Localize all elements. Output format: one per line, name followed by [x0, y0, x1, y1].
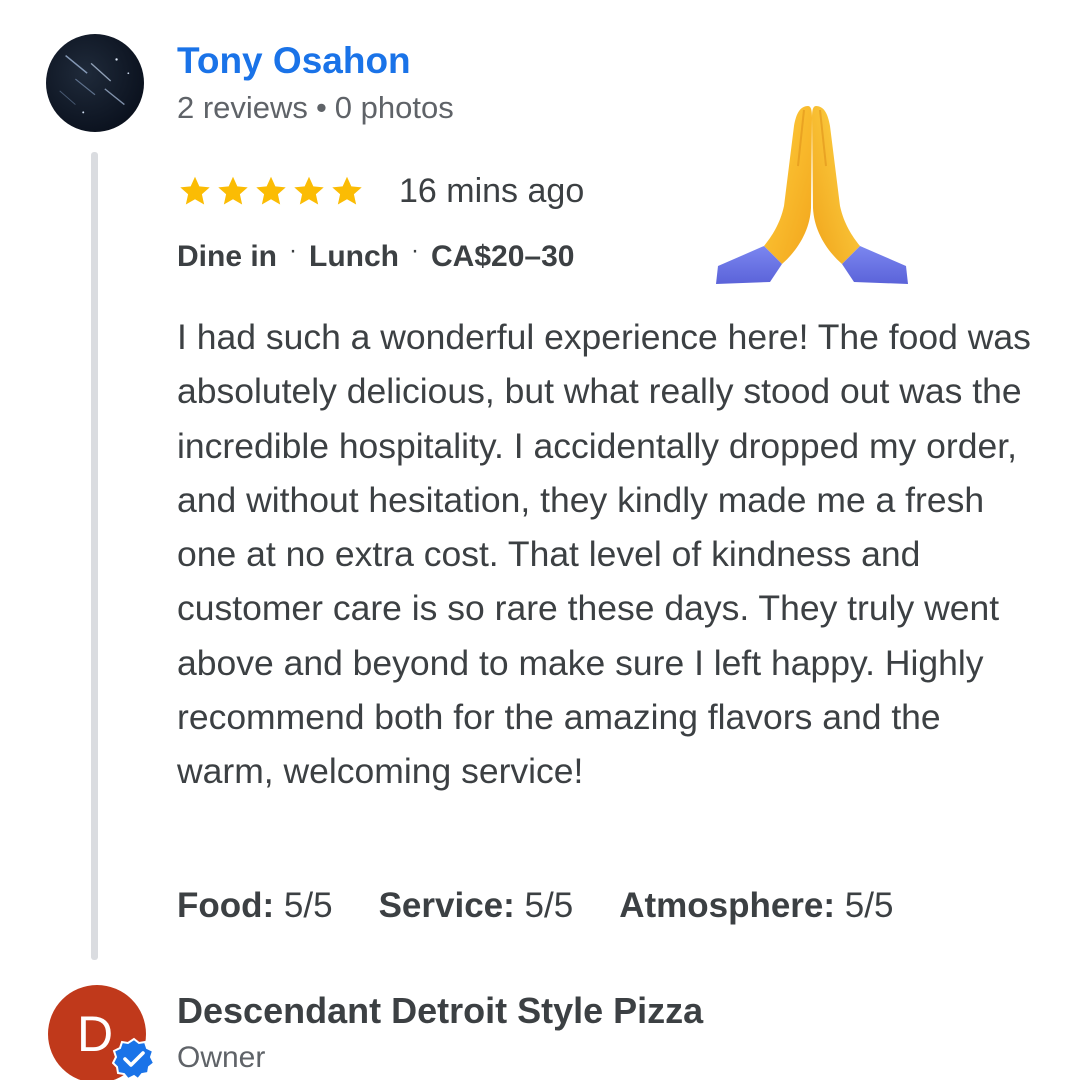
review-time: 16 mins ago [399, 171, 585, 210]
photos-count: 0 photos [334, 90, 454, 125]
sub-ratings: Food: 5/5 Service: 5/5 Atmosphere: 5/5 [177, 886, 893, 926]
atmosphere-rating-value: 5/5 [844, 886, 894, 925]
tag-service-type: Dine in [177, 240, 278, 273]
thread-line [91, 152, 98, 960]
atmosphere-rating-label: Atmosphere: [619, 886, 836, 925]
star-icon [294, 176, 324, 205]
owner-role: Owner [177, 1041, 266, 1074]
night-sky-avatar-icon [59, 54, 130, 114]
service-rating-label: Service: [378, 886, 515, 925]
tag-price-range: CA$20–30 [431, 240, 575, 273]
star-icon [256, 176, 286, 205]
food-rating: Food: 5/5 [177, 886, 333, 926]
verified-check-icon [112, 1037, 156, 1080]
rating-row: 16 mins ago [177, 168, 584, 214]
star-icon [218, 176, 248, 205]
owner-name: Descendant Detroit Style Pizza [177, 990, 704, 1031]
praying-hands-icon [712, 96, 912, 296]
owner-avatar-initial: D [76, 1006, 114, 1062]
star-icon [180, 176, 210, 205]
food-rating-value: 5/5 [283, 886, 333, 925]
reviews-count: 2 reviews [177, 90, 308, 125]
tag-separator: · [411, 237, 420, 264]
service-rating: Service: 5/5 [379, 886, 574, 926]
review-card: Tony Osahon 2 reviews • 0 photos 16 mins a… [0, 0, 1080, 1080]
star-rating [177, 173, 365, 209]
reviewer-meta: 2 reviews • 0 photos [177, 90, 454, 126]
tag-meal-type: Lunch [309, 240, 400, 273]
tag-separator: · [289, 237, 298, 264]
review-text: I had such a wonderful experience here! … [177, 317, 1031, 792]
meta-separator: • [315, 90, 327, 125]
visit-tags: Dine in · Lunch · CA$20–30 [177, 237, 575, 274]
atmosphere-rating: Atmosphere: 5/5 [619, 886, 893, 926]
service-rating-value: 5/5 [524, 886, 574, 925]
food-rating-label: Food: [177, 886, 275, 925]
reviewer-name-link[interactable]: Tony Osahon [177, 40, 411, 82]
star-icon [332, 176, 362, 205]
reviewer-avatar[interactable] [46, 34, 144, 132]
